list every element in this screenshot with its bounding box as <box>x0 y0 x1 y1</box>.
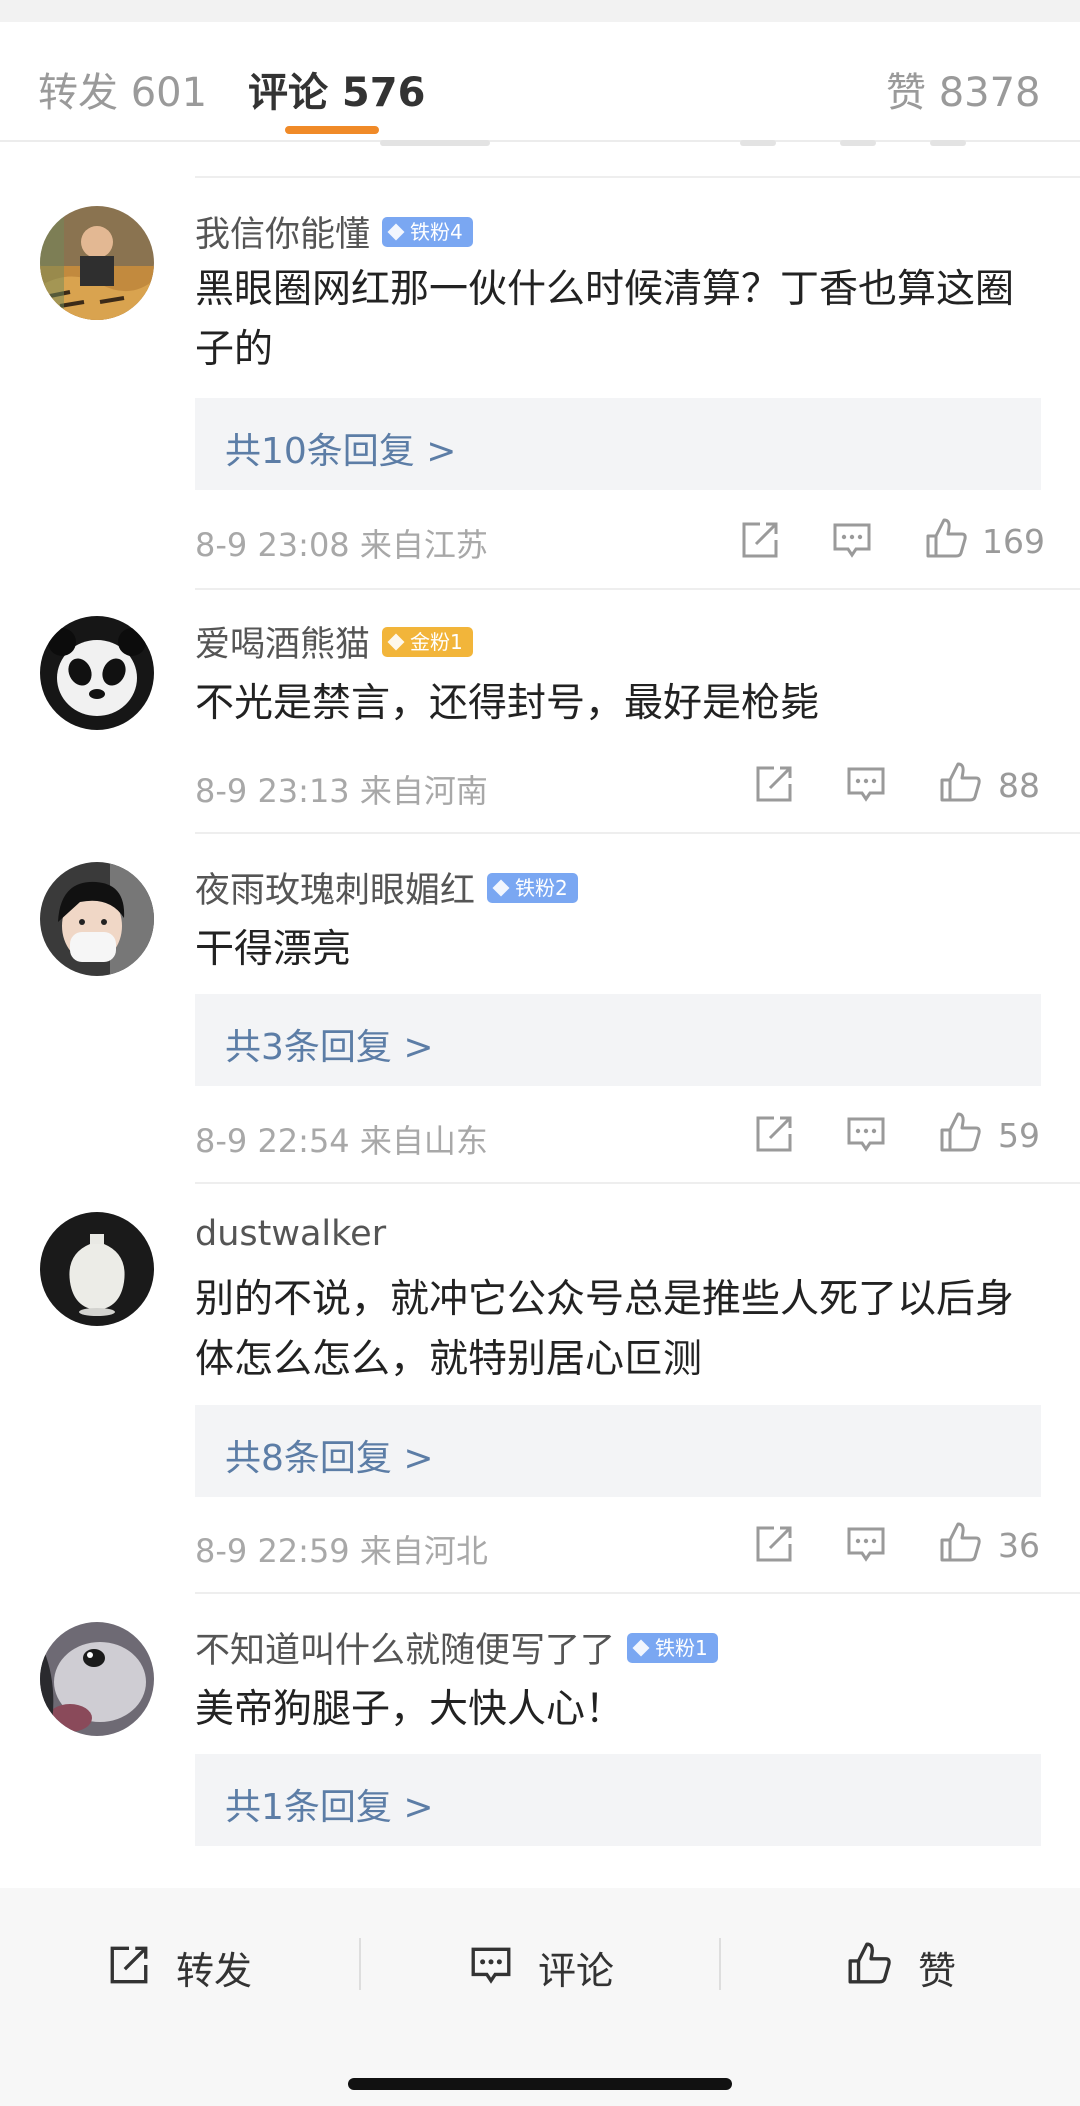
fan-badge: 铁粉2 <box>487 873 578 903</box>
comment-text: 黑眼圈网红那一伙什么时候清算？丁香也算这圈子的 <box>195 267 1015 372</box>
like-icon[interactable] <box>938 760 982 804</box>
divider <box>719 1938 721 1990</box>
username[interactable]: 夜雨玫瑰刺眼媚红 铁粉2 <box>195 862 578 913</box>
like-icon[interactable] <box>938 1520 982 1564</box>
previous-comment-remnant <box>0 140 1080 180</box>
username[interactable]: 我信你能懂 铁粉4 <box>195 206 473 257</box>
avatar[interactable] <box>40 616 154 730</box>
comment-icon[interactable] <box>844 1112 888 1156</box>
comment-icon[interactable] <box>830 518 874 562</box>
like-button[interactable]: 赞 <box>846 1928 986 2000</box>
share-icon[interactable] <box>752 762 796 806</box>
comment-meta: 8-9 23:08 来自江苏 <box>195 526 488 564</box>
fan-badge: 金粉1 <box>382 627 473 657</box>
like-icon[interactable] <box>938 1110 982 1154</box>
divider <box>195 176 1080 178</box>
like-count: 59 <box>998 1116 1040 1155</box>
avatar[interactable] <box>40 1622 154 1736</box>
fan-badge: 铁粉1 <box>627 1633 718 1663</box>
comment-text: 美帝狗腿子，大快人心！ <box>195 1687 625 1732</box>
bottom-action-bar: 转发 评论 赞 <box>0 1888 1080 2106</box>
username[interactable]: 不知道叫什么就随便写了了 铁粉1 <box>195 1622 718 1673</box>
comment-meta: 8-9 23:13 来自河南 <box>195 772 488 810</box>
divider <box>195 588 1080 590</box>
replies-link[interactable]: 共1条回复 > <box>195 1754 1041 1846</box>
avatar[interactable] <box>40 1212 154 1326</box>
comment-button[interactable]: 评论 <box>468 1928 628 2000</box>
comment-label: 评论 <box>538 1949 615 1993</box>
repost-label: 转发 <box>176 1949 253 1993</box>
tab-likes[interactable]: 赞 8378 <box>886 60 1041 118</box>
comment-icon[interactable] <box>844 1522 888 1566</box>
like-icon <box>848 1942 891 1984</box>
replies-link[interactable]: 共3条回复 > <box>195 994 1041 1086</box>
like-icon[interactable] <box>924 516 968 560</box>
share-icon[interactable] <box>752 1522 796 1566</box>
divider <box>359 1938 361 1990</box>
divider <box>195 1592 1080 1594</box>
divider <box>195 1182 1080 1184</box>
like-label: 赞 <box>918 1949 957 1993</box>
comment-tabs: 转发 601 评论 576 赞 8378 <box>0 22 1080 142</box>
comment-text: 不光是禁言，还得封号，最好是枪毙 <box>195 681 820 726</box>
comment-meta: 8-9 22:54 来自山东 <box>195 1122 488 1160</box>
active-tab-indicator <box>285 126 379 134</box>
repost-button[interactable]: 转发 <box>106 1928 266 2000</box>
share-icon[interactable] <box>738 518 782 562</box>
replies-link[interactable]: 共8条回复 > <box>195 1405 1041 1497</box>
replies-link[interactable]: 共10条回复 > <box>195 398 1041 490</box>
share-icon <box>110 1946 148 1984</box>
comment-text: 干得漂亮 <box>195 927 352 972</box>
username[interactable]: dustwalker <box>195 1214 386 1254</box>
status-strip <box>0 0 1080 22</box>
comment-text: 别的不说，就冲它公众号总是推些人死了以后身体怎么怎么，就特别居心叵测 <box>195 1277 1015 1382</box>
username[interactable]: 爱喝酒熊猫 金粉1 <box>195 616 473 667</box>
home-indicator[interactable] <box>348 2078 732 2090</box>
comment-icon[interactable] <box>844 762 888 806</box>
comment-meta: 8-9 22:59 来自河北 <box>195 1532 488 1570</box>
like-count: 36 <box>998 1526 1040 1565</box>
like-count: 88 <box>998 766 1040 805</box>
fan-badge: 铁粉4 <box>382 217 473 247</box>
avatar[interactable] <box>40 206 154 320</box>
divider <box>195 832 1080 834</box>
tab-comments[interactable]: 评论 576 <box>248 60 425 118</box>
tab-repost[interactable]: 转发 601 <box>38 60 207 118</box>
avatar[interactable] <box>40 862 154 976</box>
share-icon[interactable] <box>752 1112 796 1156</box>
comment-icon <box>471 1947 511 1984</box>
like-count: 169 <box>982 522 1045 561</box>
